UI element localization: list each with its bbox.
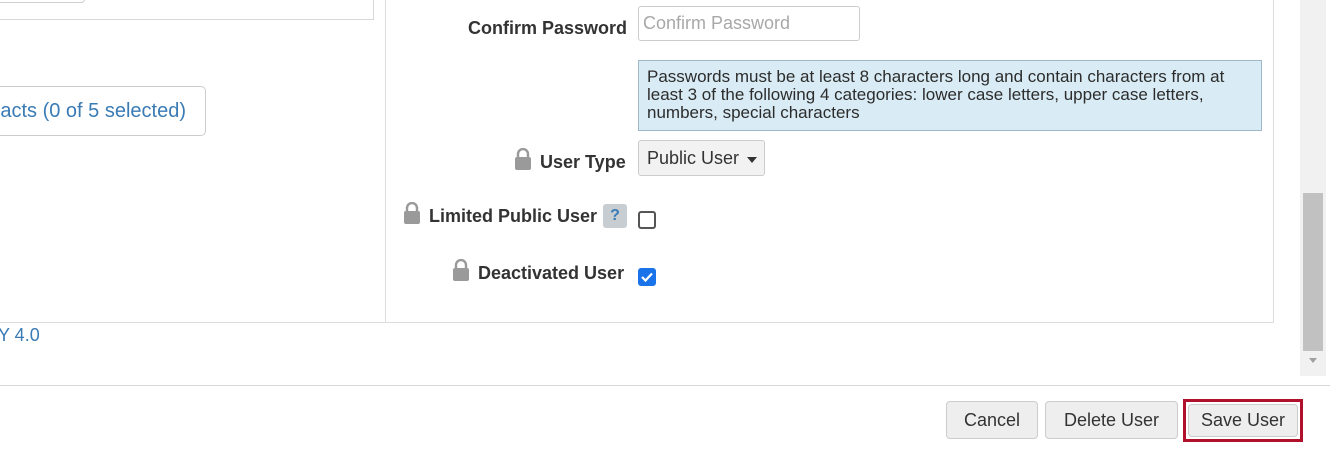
limited-public-user-checkbox[interactable]	[638, 211, 656, 229]
left-panel: acts (0 of 5 selected)	[0, 0, 386, 323]
left-panel-box	[0, 0, 374, 20]
left-panel-input-edge	[0, 0, 85, 3]
form-panel-right-border	[1273, 0, 1274, 323]
lock-icon	[404, 202, 420, 224]
cancel-button[interactable]: Cancel	[946, 401, 1038, 439]
user-type-label: User Type	[540, 152, 626, 172]
limited-public-user-label: Limited Public User	[429, 206, 598, 226]
deactivated-user-checkbox[interactable]	[638, 268, 656, 286]
content-bottom-divider	[0, 322, 1274, 323]
deactivated-user-label: Deactivated User	[478, 263, 625, 283]
checkmark-icon	[641, 272, 653, 283]
footer-divider	[0, 385, 1330, 386]
lock-icon	[453, 259, 469, 281]
save-user-button[interactable]: Save User	[1188, 404, 1298, 437]
password-hint-box: Passwords must be at least 8 characters …	[638, 60, 1262, 131]
contacts-select-label: acts (0 of 5 selected)	[0, 99, 186, 122]
scrollbar-thumb[interactable]	[1303, 193, 1323, 351]
confirm-password-input[interactable]	[638, 6, 860, 41]
user-type-select[interactable]: Public User	[638, 140, 765, 176]
license-link[interactable]: Y 4.0	[0, 325, 40, 346]
column-divider	[385, 0, 386, 323]
help-badge[interactable]: ?	[603, 204, 627, 228]
scroll-down-arrow-icon[interactable]	[1309, 358, 1317, 363]
user-type-selected: Public User	[647, 147, 740, 168]
lock-icon	[515, 148, 531, 170]
delete-user-button[interactable]: Delete User	[1045, 401, 1178, 439]
contacts-select-button[interactable]: acts (0 of 5 selected)	[0, 86, 206, 136]
caret-down-icon	[747, 157, 757, 163]
confirm-password-label: Confirm Password	[468, 18, 628, 38]
